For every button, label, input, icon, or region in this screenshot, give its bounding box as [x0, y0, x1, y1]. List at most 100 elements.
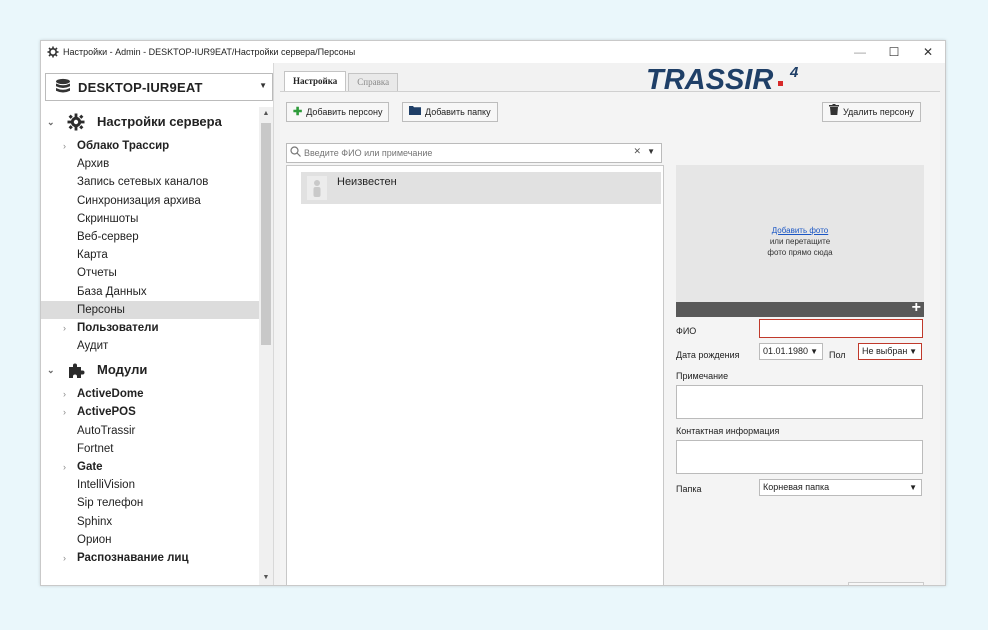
chevron-right-icon[interactable]: › [63, 137, 66, 155]
close-button[interactable]: ✕ [911, 41, 945, 63]
save-button[interactable] [848, 582, 924, 585]
tree-section-server-settings[interactable]: ⌄ Настройки сервера [41, 107, 259, 137]
main-area: Настройка Справка TRASSIR 4 ✚ Добавить п… [274, 63, 945, 585]
add-photo-button[interactable]: + [912, 299, 921, 317]
server-name: DESKTOP-IUR9EAT [78, 79, 203, 95]
tree-item-label: Запись сетевых каналов [77, 176, 209, 189]
tree-item-network-recording[interactable]: Запись сетевых каналов [41, 173, 259, 191]
tree-item-audit[interactable]: Аудит [41, 337, 259, 355]
chevron-right-icon[interactable]: › [63, 385, 66, 403]
tree-item-screenshots[interactable]: Скриншоты [41, 210, 259, 228]
tree-item-label: ActiveDome [77, 388, 144, 401]
gear-icon [67, 113, 85, 131]
scroll-down-icon[interactable]: ▼ [259, 571, 273, 585]
tree-item-persons[interactable]: Персоны [41, 300, 259, 319]
scroll-up-icon[interactable]: ▲ [259, 107, 273, 121]
gender-value: Не выбран [862, 346, 908, 356]
tree-section-label: Модули [97, 362, 148, 378]
puzzle-icon [69, 363, 85, 379]
tree-item-database[interactable]: База Данных [41, 283, 259, 301]
tree-item-archive[interactable]: Архив [41, 155, 259, 173]
clear-icon[interactable]: ✕ [633, 146, 641, 157]
tree-item-sip-phone[interactable]: Sip телефон [41, 494, 259, 512]
list-item[interactable]: Неизвестен [301, 172, 661, 204]
tree-item-label: Fortnet [77, 442, 114, 455]
maximize-button[interactable]: ☐ [877, 41, 911, 63]
tree-item-label: Архив [77, 158, 110, 171]
collapse-chevron-icon[interactable]: ⌄ [47, 355, 55, 385]
tree-item-intellivision[interactable]: IntelliVision [41, 476, 259, 494]
folder-icon [409, 103, 421, 121]
chevron-right-icon[interactable]: › [63, 403, 66, 421]
tree-item-label: Веб-сервер [77, 230, 139, 243]
tree-item-label: Пользователи [77, 321, 159, 334]
add-photo-link[interactable]: Добавить фото [772, 226, 828, 235]
minimize-button[interactable]: — [843, 41, 877, 63]
chevron-right-icon[interactable]: › [63, 549, 66, 567]
tree-item-label: Sphinx [77, 515, 113, 528]
tree-item-reports[interactable]: Отчеты [41, 264, 259, 282]
tree-item-label: Gate [77, 461, 103, 473]
scrollbar-thumb[interactable] [261, 123, 271, 345]
tree-item-fortnet[interactable]: Fortnet [41, 440, 259, 458]
folder-select[interactable]: Корневая папка ▼ [759, 479, 922, 496]
chevron-right-icon[interactable]: › [63, 319, 66, 337]
folder-value: Корневая папка [763, 482, 830, 492]
search-input[interactable] [302, 148, 636, 158]
contact-label: Контактная информация [676, 426, 780, 436]
add-person-button[interactable]: ✚ Добавить персону [286, 102, 390, 122]
tab-bar: Настройка Справка [284, 71, 400, 92]
tree-scrollbar[interactable]: ▲ ▼ [259, 107, 273, 585]
tree-item-label: Sip телефон [77, 497, 144, 510]
chevron-down-icon[interactable]: ▼ [647, 147, 655, 156]
tab-help[interactable]: Справка [348, 73, 399, 91]
gear-icon [47, 46, 59, 58]
add-folder-button[interactable]: Добавить папку [402, 102, 498, 122]
add-person-label: Добавить персону [306, 107, 383, 117]
tree-item-autotrassir[interactable]: AutoTrassir [41, 422, 259, 440]
tree-item-cloud[interactable]: › Облако Трассир [41, 137, 259, 155]
birth-date-picker[interactable]: 01.01.1980 ▼ [759, 343, 823, 360]
tree-item-label: Орион [77, 533, 112, 546]
chevron-down-icon: ▼ [259, 81, 267, 90]
chevron-down-icon: ▼ [810, 347, 818, 356]
delete-person-label: Удалить персону [843, 107, 914, 117]
chevron-down-icon: ▼ [909, 483, 917, 492]
tree-item-activedome[interactable]: › ActiveDome [41, 385, 259, 403]
photo-drop-zone[interactable]: Добавить фото или перетащите фото прямо … [676, 165, 924, 302]
photo-toolbar: + [676, 299, 924, 317]
fio-input[interactable] [759, 319, 923, 338]
tree-item-sphinx[interactable]: Sphinx [41, 513, 259, 531]
tree-item-label: Аудит [77, 340, 109, 353]
tree-item-orion[interactable]: Орион [41, 531, 259, 549]
search-icon [290, 146, 302, 160]
delete-person-button[interactable]: Удалить персону [822, 102, 921, 122]
server-selector[interactable]: DESKTOP-IUR9EAT ▼ [45, 73, 273, 101]
chevron-right-icon[interactable]: › [63, 458, 66, 476]
collapse-chevron-icon[interactable]: ⌄ [47, 107, 55, 137]
contact-textarea[interactable] [676, 440, 923, 474]
tree-item-label: Облако Трассир [77, 140, 170, 152]
chevron-down-icon: ▼ [909, 347, 917, 356]
tree-item-face-recognition[interactable]: › Распознавание лиц [41, 549, 259, 567]
birth-date-value: 01.01.1980 [763, 346, 809, 356]
note-textarea[interactable] [676, 385, 923, 419]
tree-item-gate[interactable]: › Gate [41, 458, 259, 476]
window-title: Настройки - Admin - DESKTOP-IUR9EAT/Наст… [63, 47, 356, 57]
add-folder-label: Добавить папку [425, 107, 491, 117]
tree-item-activepos[interactable]: › ActivePOS [41, 403, 259, 421]
tree-section-label: Настройки сервера [97, 114, 222, 129]
tree-item-users[interactable]: › Пользователи [41, 319, 259, 337]
settings-tree: ⌄ Настройки сервера › Облако Трассир Архи… [41, 107, 259, 585]
tree-item-label: Синхронизация архива [77, 194, 201, 207]
gender-select[interactable]: Не выбран ▼ [858, 343, 922, 360]
tree-item-label: Персоны [77, 303, 125, 316]
birth-date-label: Дата рождения [676, 350, 740, 360]
tree-item-map[interactable]: Карта [41, 246, 259, 264]
tree-section-modules[interactable]: ⌄ Модули [41, 355, 259, 385]
tree-item-archive-sync[interactable]: Синхронизация архива [41, 192, 259, 210]
tree-item-label: IntelliVision [77, 479, 135, 492]
tab-settings[interactable]: Настройка [284, 71, 347, 92]
trash-icon [829, 103, 839, 121]
tree-item-web-server[interactable]: Веб-сервер [41, 228, 259, 246]
